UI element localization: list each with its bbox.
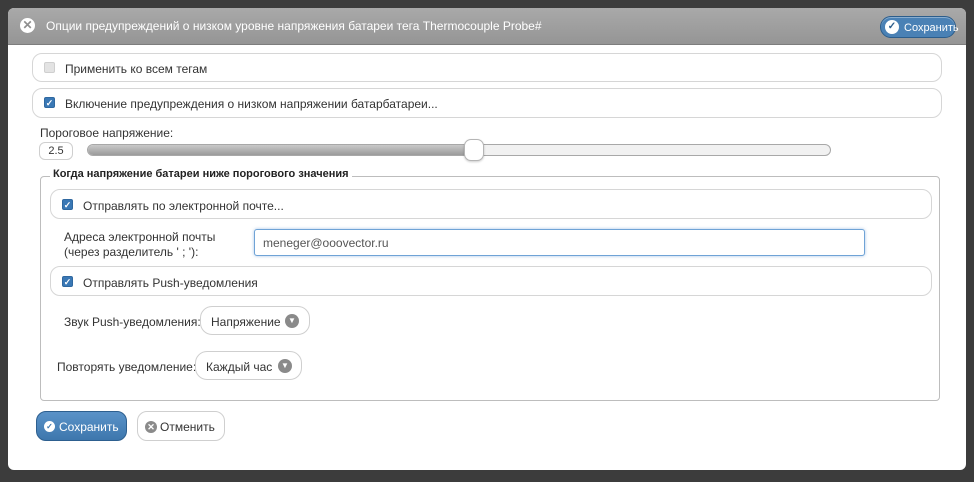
chevron-down-icon: ▼	[285, 314, 299, 328]
push-toggle-label: Отправлять Push-уведомления	[83, 276, 258, 290]
cancel-button-label: Отменить	[160, 420, 215, 434]
push-sound-select[interactable]: Напряжение ▼	[200, 306, 310, 335]
dialog-titlebar: ✕ Опции предупреждений о низком уровне н…	[8, 8, 966, 45]
save-button-label: Сохранить	[59, 420, 119, 434]
repeat-select[interactable]: Каждый час ▼	[195, 351, 302, 380]
push-sound-label: Звук Push-уведомления:	[64, 315, 201, 329]
save-top-label: Сохранить	[904, 22, 959, 34]
enable-warning-checkbox[interactable]: ✓	[44, 97, 55, 108]
enable-warning-row[interactable]: ✓ Включение предупреждения о низком напр…	[32, 88, 942, 118]
threshold-value[interactable]: 2.5	[39, 142, 73, 160]
threshold-label: Пороговое напряжение:	[40, 126, 174, 140]
check-icon: ✓	[44, 421, 55, 432]
chevron-down-icon: ▼	[278, 359, 292, 373]
group-legend: Когда напряжение батареи ниже порогового…	[50, 168, 352, 180]
slider-handle[interactable]	[463, 139, 484, 161]
cancel-button[interactable]: ✕ Отменить	[137, 411, 225, 441]
check-icon: ✓	[885, 20, 899, 34]
apply-all-label: Применить ко всем тегам	[65, 62, 208, 76]
apply-all-checkbox[interactable]	[44, 62, 55, 73]
cancel-icon: ✕	[145, 421, 157, 433]
push-checkbox[interactable]: ✓	[62, 276, 73, 287]
email-checkbox[interactable]: ✓	[62, 199, 73, 210]
email-label-line2: (через разделитель ' ; '):	[64, 245, 199, 259]
low-battery-dialog: ✕ Опции предупреждений о низком уровне н…	[8, 8, 966, 470]
apply-all-row[interactable]: Применить ко всем тегам	[32, 53, 942, 82]
push-sound-value: Напряжение	[211, 315, 281, 329]
email-input[interactable]	[254, 229, 865, 256]
repeat-label: Повторять уведомление:	[57, 360, 197, 374]
repeat-value: Каждый час	[206, 360, 273, 374]
slider-fill	[88, 145, 474, 155]
email-toggle-label: Отправлять по электронной почте...	[83, 199, 284, 213]
close-icon[interactable]: ✕	[20, 18, 35, 33]
threshold-slider[interactable]	[87, 144, 831, 156]
save-button[interactable]: ✓ Сохранить	[36, 411, 127, 441]
enable-warning-label: Включение предупреждения о низком напряж…	[65, 97, 438, 111]
dialog-title: Опции предупреждений о низком уровне нап…	[46, 19, 542, 33]
push-toggle-row[interactable]: ✓ Отправлять Push-уведомления	[50, 266, 932, 296]
email-label-line1: Адреса электронной почты	[64, 230, 216, 244]
email-toggle-row[interactable]: ✓ Отправлять по электронной почте...	[50, 189, 932, 219]
save-top-button[interactable]: ✓ Сохранить	[880, 16, 959, 38]
